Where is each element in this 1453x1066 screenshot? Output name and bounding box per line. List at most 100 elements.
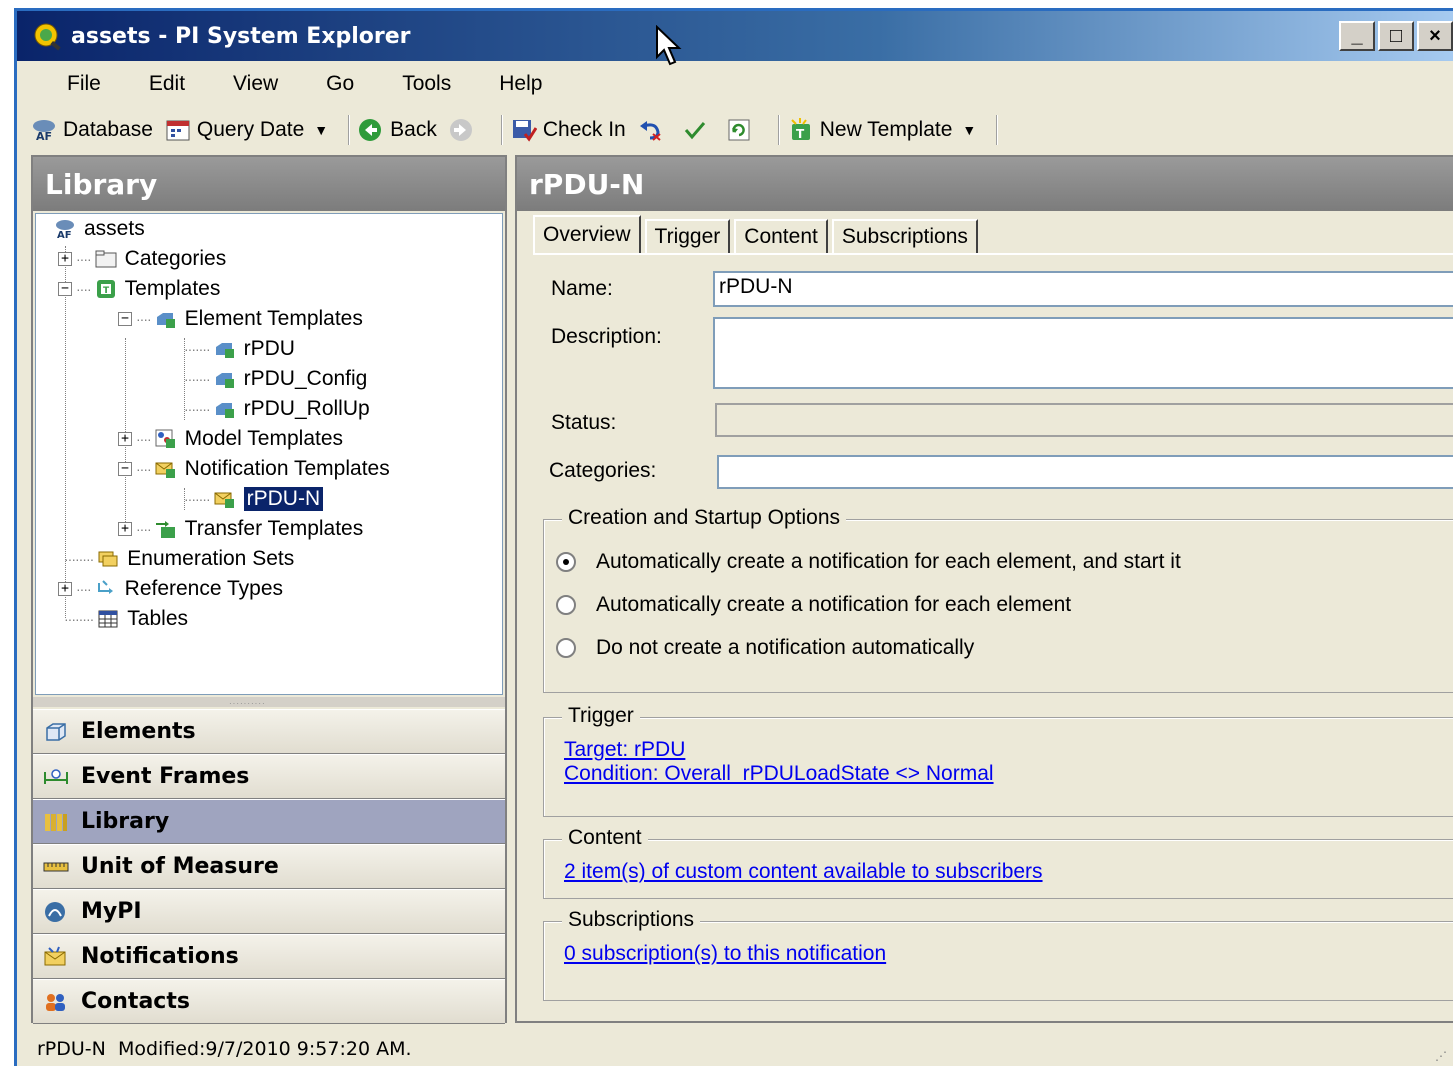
database-button[interactable]: AF Database: [31, 118, 153, 143]
title-bar[interactable]: assets - PI System Explorer _ □ ×: [17, 11, 1453, 61]
query-date-button[interactable]: Query Date ▼: [165, 118, 328, 142]
trigger-group: Trigger Target: rPDU Condition: Overall_…: [543, 704, 1453, 817]
panel-splitter[interactable]: ··········: [33, 697, 505, 708]
nav-elements[interactable]: Elements: [33, 709, 505, 754]
radio-button-checked[interactable]: [556, 552, 576, 572]
undo-checkout-button[interactable]: [638, 118, 670, 142]
event-frames-icon: [43, 766, 69, 788]
tree-node-assets[interactable]: AF assets: [54, 214, 145, 244]
collapse-icon[interactable]: −: [58, 282, 72, 296]
trigger-target-link[interactable]: Target: rPDU: [564, 738, 685, 762]
expand-icon[interactable]: +: [58, 582, 72, 596]
pi-system-explorer-icon: [31, 21, 65, 51]
maximize-button[interactable]: □: [1378, 21, 1414, 51]
tree-node-element-templates[interactable]: − ···· Element Templates: [118, 304, 363, 334]
tab-trigger[interactable]: Trigger: [644, 219, 731, 253]
library-header: Library: [33, 157, 505, 211]
nav-notifications[interactable]: Notifications: [33, 934, 505, 979]
tree-node-model-templates[interactable]: + ···· Model Templates: [118, 424, 343, 454]
option-do-not-create[interactable]: Do not create a notification automatical…: [556, 636, 974, 660]
option-create-and-start[interactable]: Automatically create a notification for …: [556, 550, 1181, 574]
status-text: rPDU-N Modified:9/7/2010 9:57:20 AM.: [37, 1038, 412, 1060]
tree-node-notification-templates[interactable]: − ···· Notification Templates: [118, 454, 390, 484]
creation-options-group: Creation and Startup Options Automatical…: [543, 506, 1453, 693]
resize-grip-icon[interactable]: ⋰: [1435, 1049, 1447, 1063]
check-in-button[interactable]: Check In: [511, 118, 626, 142]
expand-icon[interactable]: +: [58, 252, 72, 266]
nav-contacts[interactable]: Contacts: [33, 979, 505, 1024]
radio-button[interactable]: [556, 638, 576, 658]
tree-node-tables[interactable]: ········ Tables: [64, 604, 188, 634]
nav-label: Event Frames: [81, 764, 250, 789]
collapse-icon[interactable]: −: [118, 462, 132, 476]
checkmark-icon: [682, 118, 708, 142]
categories-field[interactable]: [717, 455, 1453, 489]
trigger-condition-link[interactable]: Condition: Overall_rPDULoadState <> Norm…: [564, 762, 994, 786]
nav-library[interactable]: Library: [33, 799, 505, 844]
name-field[interactable]: rPDU-N: [713, 271, 1453, 307]
enumeration-sets-icon: [97, 549, 119, 569]
nav-label: MyPI: [81, 899, 142, 924]
library-icon: [43, 811, 69, 833]
mouse-cursor-icon: [655, 24, 685, 73]
menu-tools[interactable]: Tools: [402, 72, 451, 96]
menu-go[interactable]: Go: [326, 72, 354, 96]
menu-edit[interactable]: Edit: [149, 72, 185, 96]
tree-node-rpdu-rollup[interactable]: ······· rPDU_RollUp: [184, 394, 370, 424]
nav-unit-of-measure[interactable]: Unit of Measure: [33, 844, 505, 889]
option-create-only[interactable]: Automatically create a notification for …: [556, 593, 1071, 617]
nav-label: Notifications: [81, 944, 239, 969]
menu-view[interactable]: View: [233, 72, 278, 96]
name-label: Name:: [551, 277, 613, 300]
minimize-button[interactable]: _: [1339, 21, 1375, 51]
tree-label: rPDU_Config: [243, 367, 368, 390]
tree-node-rpdu-n[interactable]: ······· rPDU-N: [184, 484, 324, 514]
tree-node-reference-types[interactable]: + ···· Reference Types: [58, 574, 283, 604]
calendar-icon: [165, 118, 191, 142]
tree-node-enumeration-sets[interactable]: ········ Enumeration Sets: [64, 544, 294, 574]
forward-button[interactable]: [449, 118, 481, 142]
dropdown-arrow-icon[interactable]: ▼: [314, 122, 328, 138]
close-button[interactable]: ×: [1417, 21, 1453, 51]
reference-types-icon: [95, 579, 117, 599]
tree-node-templates[interactable]: − ···· T Templates: [58, 274, 220, 304]
notifications-icon: [43, 946, 69, 968]
description-field[interactable]: [713, 317, 1453, 389]
table-icon: [97, 609, 119, 629]
subscriptions-group: Subscriptions 0 subscription(s) to this …: [543, 908, 1453, 1001]
library-tree[interactable]: AF assets + ···· Categories − ···· T Tem…: [35, 213, 503, 695]
new-template-button[interactable]: T New Template ▼: [788, 118, 976, 142]
tab-content[interactable]: Content: [734, 219, 828, 253]
collapse-icon[interactable]: −: [118, 312, 132, 326]
splitter-grip: ··········: [229, 699, 266, 708]
tree-node-categories[interactable]: + ···· Categories: [58, 244, 226, 274]
option-label: Do not create a notification automatical…: [596, 636, 975, 659]
expand-icon[interactable]: +: [118, 432, 132, 446]
nav-event-frames[interactable]: Event Frames: [33, 754, 505, 799]
tree-node-transfer-templates[interactable]: + ···· Transfer Templates: [118, 514, 363, 544]
menu-help[interactable]: Help: [499, 72, 542, 96]
tree-node-rpdu[interactable]: ······· rPDU: [184, 334, 295, 364]
status-field: [715, 403, 1453, 437]
subscriptions-link[interactable]: 0 subscription(s) to this notification: [564, 942, 886, 966]
check-button[interactable]: [682, 118, 714, 142]
back-button[interactable]: Back: [358, 118, 437, 142]
tree-node-rpdu-config[interactable]: ······· rPDU_Config: [184, 364, 367, 394]
svg-text:AF: AF: [57, 230, 72, 239]
expand-icon[interactable]: +: [118, 522, 132, 536]
refresh-button[interactable]: [726, 118, 758, 142]
menu-file[interactable]: File: [67, 72, 101, 96]
content-link[interactable]: 2 item(s) of custom content available to…: [564, 860, 1043, 884]
nav-mypi[interactable]: MyPI: [33, 889, 505, 934]
tree-dots: ····: [136, 431, 152, 447]
categories-label: Categories:: [549, 459, 657, 482]
dropdown-arrow-icon[interactable]: ▼: [962, 122, 976, 138]
tree-label: assets: [84, 217, 145, 240]
tab-subscriptions[interactable]: Subscriptions: [831, 219, 978, 253]
nav-label: Contacts: [81, 989, 190, 1014]
tree-dots: ····: [136, 311, 152, 327]
save-check-icon: [511, 118, 538, 142]
tab-overview[interactable]: Overview: [533, 215, 641, 253]
radio-button[interactable]: [556, 595, 576, 615]
query-date-label: Query Date: [196, 118, 305, 141]
